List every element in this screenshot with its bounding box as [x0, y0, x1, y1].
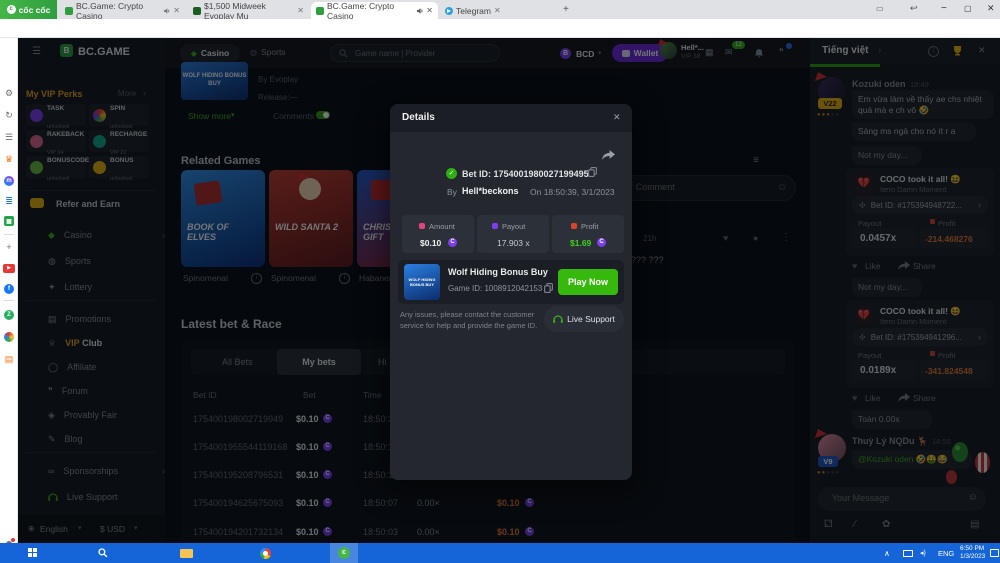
tab-label: $1,500 Midweek Evoplay Mu [204, 1, 294, 21]
news-feed-icon[interactable]: ≣ [0, 196, 18, 207]
bcgame-favicon [316, 7, 324, 15]
play-now-label: Play Now [568, 277, 608, 287]
action-center-icon[interactable] [990, 549, 999, 557]
coccoc-side-rail: ⚙ ↻ ☰ ♛ m ≣ ▦ + ▶ f Z ▤ ⋯ [0, 38, 18, 543]
telegram-favicon [445, 7, 453, 15]
reading-list-icon[interactable]: ☰ [0, 132, 18, 143]
stat-label: Profit [581, 223, 599, 231]
browser-tab-2[interactable]: $1,500 Midweek Evoplay Mu ✕ [188, 2, 309, 19]
verified-check-icon: ✓ [446, 168, 457, 179]
browser-tab-3-active[interactable]: BC.Game: Crypto Casino ✕ [311, 2, 438, 19]
chrome-taskbar-icon[interactable] [260, 548, 271, 559]
payout-icon [492, 223, 498, 229]
brand-label: cốc cốc [19, 5, 51, 15]
live-support-label: Live Support [567, 314, 615, 324]
copy-icon[interactable] [544, 283, 553, 293]
facebook-icon[interactable]: f [4, 284, 14, 294]
stat-value: 17.903 x [497, 239, 530, 248]
colorful-app-icon[interactable] [4, 332, 14, 342]
amount-icon [419, 223, 425, 229]
headset-icon [553, 315, 563, 324]
history-icon[interactable]: ↻ [0, 110, 18, 121]
by-label: By [447, 188, 457, 197]
bcgame-favicon [65, 7, 73, 15]
game-thumbnail[interactable]: WOLF HIDINGBONUS BUY [404, 264, 440, 300]
messenger-icon[interactable]: m [4, 176, 14, 186]
bet-details-modal: Details ✕ ✓ Bet ID: 1754001980027199495 … [390, 104, 632, 480]
youtube-icon[interactable]: ▶ [3, 264, 15, 273]
tab-close-icon[interactable]: ✕ [426, 6, 433, 15]
browser-tabstrip: c cốc cốc BC.Game: Crypto Casino ✕ $1,50… [0, 0, 1000, 19]
modal-game-card: WOLF HIDINGBONUS BUY Wolf Hiding Bonus B… [398, 260, 624, 304]
forum-favicon [193, 7, 201, 15]
new-tab-button[interactable]: + [563, 5, 569, 15]
add-shortcut-icon[interactable]: + [0, 242, 18, 252]
play-now-button[interactable]: Play Now [558, 269, 618, 295]
screen: c cốc cốc BC.Game: Crypto Casino ✕ $1,50… [0, 0, 1000, 563]
shopping-cart-icon[interactable]: ▤ [0, 354, 18, 365]
history-back-icon[interactable]: ↩ [910, 4, 918, 13]
settings-gear-icon[interactable]: ⚙ [0, 88, 18, 99]
tray-expand-icon[interactable]: ∧ [884, 550, 890, 558]
coin-icon: C [448, 238, 457, 247]
window-close-button[interactable]: ✕ [987, 4, 995, 13]
stat-payout: Payout 17.903 x [477, 215, 549, 253]
modal-title: Details [402, 113, 435, 123]
tab-audio-icon [163, 7, 170, 15]
share-bet-icon[interactable] [602, 150, 615, 161]
thumb-text: WOLF HIDINGBONUS BUY [409, 277, 436, 287]
tab-close-icon[interactable]: ✕ [494, 6, 501, 15]
pip-icon[interactable]: ▭ [876, 5, 884, 13]
copy-icon[interactable] [588, 167, 597, 177]
profit-icon [571, 223, 577, 229]
tray-time[interactable]: 6:50 PM [960, 546, 984, 553]
coin-icon: C [597, 238, 606, 247]
modal-close-icon[interactable]: ✕ [613, 113, 621, 122]
modal-bet-id: Bet ID: 1754001980027199495 [462, 170, 589, 179]
coccoc-brand[interactable]: c cốc cốc [0, 0, 57, 19]
tab-audio-icon [416, 7, 423, 15]
game-center-icon[interactable]: ▦ [4, 216, 14, 226]
tab-label: BC.Game: Crypto Casino [327, 1, 413, 21]
support-note: Any issues, please contact the customer … [400, 310, 540, 331]
stat-value: $0.10 [420, 239, 441, 248]
bettor-username[interactable]: Hell*beckons [462, 187, 519, 196]
window-minimize-button[interactable]: − [941, 4, 947, 14]
tab-close-icon[interactable]: ✕ [297, 6, 304, 15]
stat-label: Payout [502, 223, 525, 231]
modal-header: Details ✕ [390, 104, 632, 132]
browser-tab-4[interactable]: Telegram ✕ [440, 2, 556, 19]
browser-toolbar: ← → ↻ bc.game/game/wolf-hiding-bonus-buy… [0, 19, 1000, 38]
file-explorer-icon[interactable] [180, 549, 193, 558]
tray-volume-icon[interactable]: ◂) [920, 550, 926, 557]
live-support-button[interactable]: Live Support [544, 306, 624, 332]
window-maximize-button[interactable]: ▢ [964, 5, 972, 13]
zalo-icon[interactable]: Z [4, 310, 14, 320]
taskbar-search-icon[interactable] [98, 548, 108, 558]
bet-timestamp: On 18:50:39, 3/1/2023 [530, 188, 615, 197]
notification-badge-dot [11, 538, 15, 542]
tab-label: Telegram [456, 6, 491, 16]
stat-profit: Profit $1.69 C [552, 215, 624, 253]
stat-label: Amount [429, 223, 455, 231]
coccoc-taskbar-icon: c [338, 547, 350, 559]
coccoc-logo-icon: c [7, 5, 16, 14]
tab-close-icon[interactable]: ✕ [173, 6, 180, 15]
tray-network-icon[interactable] [903, 550, 913, 557]
modal-game-title: Wolf Hiding Bonus Buy [448, 268, 548, 277]
crown-vip-icon[interactable]: ♛ [0, 154, 18, 165]
rail-divider [4, 300, 14, 301]
tray-language[interactable]: ENG [938, 550, 954, 558]
browser-tab-1[interactable]: BC.Game: Crypto Casino ✕ [60, 2, 185, 19]
windows-taskbar: c ∧ ◂) ENG 6:50 PM 1/3/2023 [0, 543, 1000, 563]
modal-game-id: Game ID: 1008912042153 [448, 285, 542, 293]
stat-value: $1.69 [570, 239, 591, 248]
tab-label: BC.Game: Crypto Casino [76, 1, 160, 21]
stat-amount: Amount $0.10 C [402, 215, 474, 253]
tray-date: 1/3/2023 [960, 554, 985, 561]
rail-divider [4, 234, 14, 235]
start-button[interactable] [28, 548, 37, 557]
